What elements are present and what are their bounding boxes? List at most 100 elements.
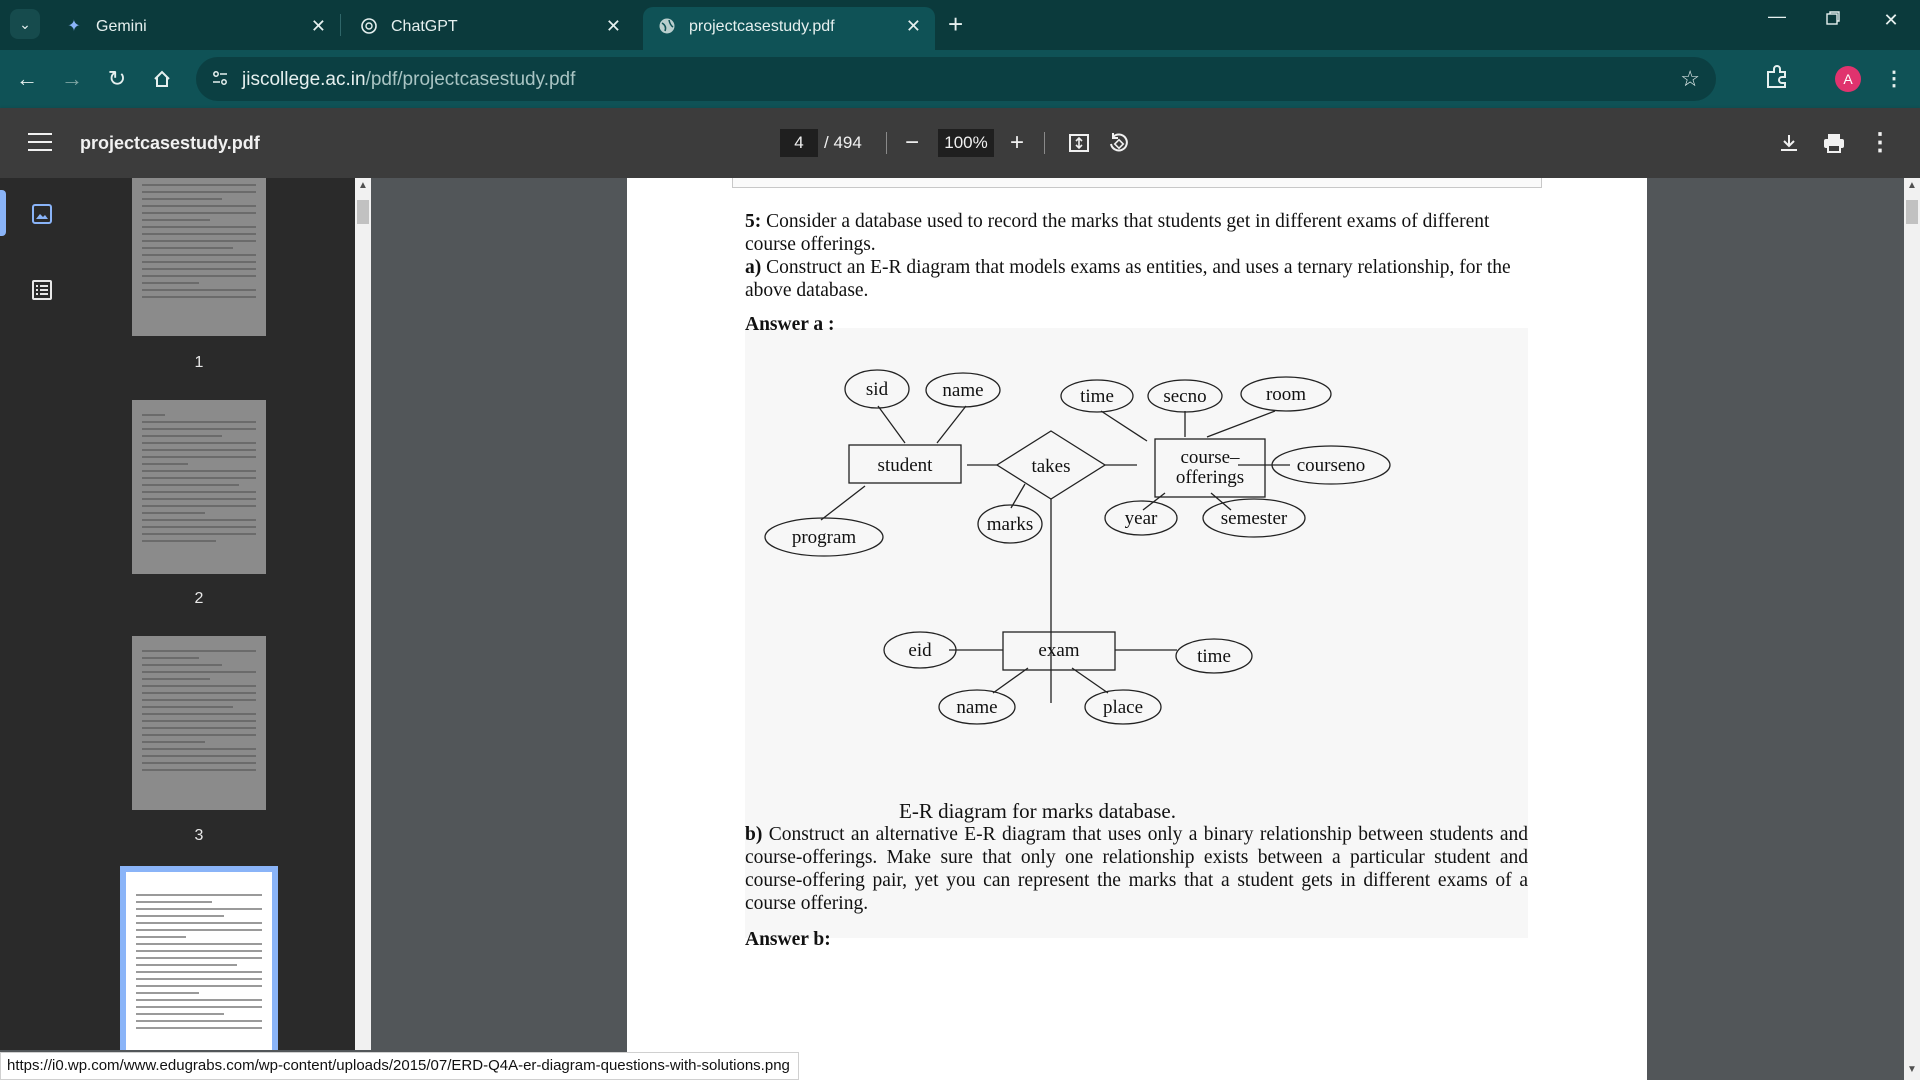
zoom-out-icon[interactable]: − [896, 127, 928, 159]
back-arrow-icon[interactable]: ← [10, 62, 44, 96]
url-text[interactable]: jiscollege.ac.in/pdf/projectcasestudy.pd… [242, 69, 575, 91]
download-icon[interactable] [1773, 127, 1805, 159]
attr-label-exam-name: name [956, 697, 997, 718]
question-5a: a) Construct an E-R diagram that models … [745, 256, 1528, 302]
answer-a-heading: Answer a : [745, 314, 835, 335]
scroll-up-arrow[interactable]: ▲ [355, 180, 371, 191]
tab-strip: ⌄ ✦ Gemini ✕ ChatGPT ✕ projectcasestudy.… [0, 0, 1920, 50]
scroll-up-arrow[interactable]: ▲ [1904, 180, 1920, 191]
browser-menu-icon[interactable]: ⋮ [1884, 64, 1904, 94]
a-text: Construct an E-R diagram that models exa… [745, 257, 1511, 301]
url-host: jiscollege.ac.in [242, 69, 366, 90]
diagram-caption: E-R diagram for marks database. [899, 799, 1176, 823]
chatgpt-logo-icon [359, 17, 379, 37]
status-bar-link: https://i0.wp.com/www.edugrabs.com/wp-co… [0, 1052, 799, 1080]
scroll-down-arrow[interactable]: ▼ [1904, 1064, 1920, 1075]
site-info-icon[interactable] [210, 69, 230, 89]
attr-label-sid: sid [866, 379, 889, 400]
thumbnail-list: 1 2 3 [84, 178, 355, 1050]
bookmark-star-icon[interactable]: ☆ [1680, 66, 1700, 92]
home-icon[interactable] [145, 62, 179, 96]
close-tab-icon[interactable]: ✕ [906, 16, 921, 36]
relationship-label-takes: takes [1031, 456, 1070, 477]
attr-label-place: place [1103, 697, 1143, 718]
gemini-sparkle-icon: ✦ [67, 18, 81, 35]
url-path: /pdf/projectcasestudy.pdf [365, 69, 576, 90]
edge-room [1206, 410, 1276, 438]
attr-label-program: program [792, 527, 857, 548]
more-options-icon[interactable]: ⋮ [1864, 127, 1896, 159]
tab-gemini[interactable]: ✦ Gemini ✕ [50, 7, 340, 50]
rotate-icon[interactable] [1103, 127, 1135, 159]
address-bar[interactable]: jiscollege.ac.in/pdf/projectcasestudy.pd… [196, 57, 1716, 101]
globe-icon [657, 17, 677, 37]
thumbnail-view-icon[interactable] [26, 198, 58, 230]
entity-label-student: student [878, 455, 934, 476]
profile-avatar[interactable]: A [1835, 66, 1861, 92]
previous-content-box [732, 178, 1542, 188]
tab-chatgpt[interactable]: ChatGPT ✕ [345, 7, 635, 50]
close-tab-icon[interactable]: ✕ [311, 16, 326, 36]
edge-program [820, 485, 866, 521]
pdf-page: 5: Consider a database used to record th… [627, 178, 1647, 1080]
print-icon[interactable] [1818, 127, 1850, 159]
thumbnail-page-number: 2 [194, 590, 204, 607]
toolbar-divider [1044, 132, 1045, 154]
reload-icon[interactable]: ↻ [100, 62, 134, 96]
b-label: b) [745, 824, 763, 845]
scroll-thumb[interactable] [1906, 200, 1918, 224]
tab-search-button[interactable]: ⌄ [10, 9, 40, 39]
pdf-toolbar: projectcasestudy.pdf / 494 − + ⋮ [0, 108, 1920, 178]
page-thumbnail-1[interactable] [132, 178, 266, 336]
page-count: / 494 [824, 133, 862, 152]
edge-place [1071, 667, 1109, 694]
q5-label: 5: [745, 211, 762, 232]
attr-label-semester: semester [1221, 508, 1288, 529]
tab-separator [340, 14, 341, 36]
restore-icon[interactable] [1818, 10, 1848, 31]
close-tab-icon[interactable]: ✕ [606, 16, 621, 36]
browser-toolbar: ← → ↻ jiscollege.ac.in/pdf/projectcasest… [0, 50, 1920, 108]
page-thumbnail-3[interactable] [132, 636, 266, 810]
b-text: Construct an alternative E-R diagram tha… [745, 824, 1528, 914]
edge-exam-name [992, 667, 1029, 694]
toolbar-divider [886, 132, 887, 154]
close-window-icon[interactable]: ✕ [1876, 10, 1906, 31]
page-thumbnail-2[interactable] [132, 400, 266, 574]
tab-projectcasestudy[interactable]: projectcasestudy.pdf ✕ [643, 7, 935, 50]
pdf-sidebar: 1 2 3 [0, 178, 355, 1050]
tab-title: Gemini [96, 18, 147, 35]
page-thumbnail-4[interactable] [120, 866, 278, 1050]
page-scrollbar[interactable]: ▲ ▼ [1904, 178, 1920, 1080]
zoom-input[interactable] [938, 129, 994, 157]
attr-label-eid: eid [908, 640, 932, 661]
attr-label-name: name [942, 380, 983, 401]
document-outline-icon[interactable] [26, 274, 58, 306]
scroll-thumb[interactable] [357, 200, 369, 224]
tab-title: ChatGPT [391, 18, 458, 35]
attr-label-time: time [1080, 386, 1114, 407]
edge-name [936, 405, 967, 444]
fit-to-page-icon[interactable] [1063, 127, 1095, 159]
edge-time [1100, 410, 1148, 442]
question-5b: b) Construct an alternative E-R diagram … [745, 823, 1528, 915]
extensions-puzzle-icon[interactable] [1764, 64, 1792, 92]
minimize-icon[interactable]: — [1762, 6, 1792, 27]
attr-label-year: year [1125, 508, 1158, 529]
a-label: a) [745, 257, 762, 278]
pdf-viewer[interactable]: ▲ 5: Consider a database used to record … [355, 178, 1920, 1080]
page-number-input[interactable] [780, 129, 818, 157]
zoom-in-icon[interactable]: + [1001, 127, 1033, 159]
question-5: 5: Consider a database used to record th… [745, 210, 1528, 256]
edge-sid [877, 405, 906, 444]
sidebar-scrollbar[interactable]: ▲ [355, 178, 371, 1050]
sidebar-menu-icon[interactable] [28, 133, 52, 153]
attr-label-room: room [1266, 384, 1306, 405]
forward-arrow-icon[interactable]: → [55, 62, 89, 96]
attr-label-courseno: courseno [1297, 455, 1366, 476]
document-title: projectcasestudy.pdf [80, 133, 260, 153]
sidebar-icon-rail [0, 178, 84, 1050]
active-indicator [0, 190, 6, 236]
new-tab-button[interactable]: + [948, 11, 963, 37]
tab-title: projectcasestudy.pdf [689, 18, 835, 35]
